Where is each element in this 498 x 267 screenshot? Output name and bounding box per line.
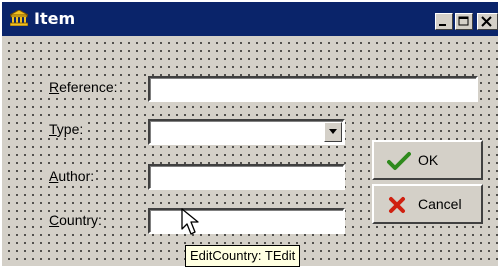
mouse-pointer-icon xyxy=(181,208,199,235)
reference-input[interactable] xyxy=(148,76,478,102)
form-client-area: Reference: Type: Author: Country: OK Can… xyxy=(2,36,498,266)
ok-button[interactable]: OK xyxy=(372,140,483,180)
country-label: Country: xyxy=(48,212,103,228)
cancel-button-label: Cancel xyxy=(418,196,462,212)
building-icon xyxy=(10,10,28,26)
close-button[interactable] xyxy=(477,13,498,30)
cancel-button[interactable]: Cancel xyxy=(372,184,483,224)
minimize-button[interactable] xyxy=(435,13,453,30)
item-window: Item Reference: Type: Author: Country: O… xyxy=(0,0,498,267)
close-icon xyxy=(481,16,492,27)
type-label: Type: xyxy=(48,121,85,137)
chevron-down-icon xyxy=(329,129,337,134)
author-label: Author: xyxy=(48,168,96,184)
checkmark-icon xyxy=(387,152,411,170)
author-input[interactable] xyxy=(148,164,345,190)
window-title: Item xyxy=(34,9,76,28)
title-bar[interactable]: Item xyxy=(2,2,498,36)
maximize-button[interactable] xyxy=(455,13,473,30)
maximize-icon xyxy=(458,16,469,26)
reference-label: Reference: xyxy=(48,79,119,95)
type-dropdown-button[interactable] xyxy=(324,122,342,142)
minimize-icon xyxy=(439,24,446,26)
type-combobox[interactable] xyxy=(148,119,345,145)
ok-button-label: OK xyxy=(418,152,439,168)
country-input[interactable] xyxy=(148,208,345,234)
cross-icon xyxy=(389,197,405,213)
